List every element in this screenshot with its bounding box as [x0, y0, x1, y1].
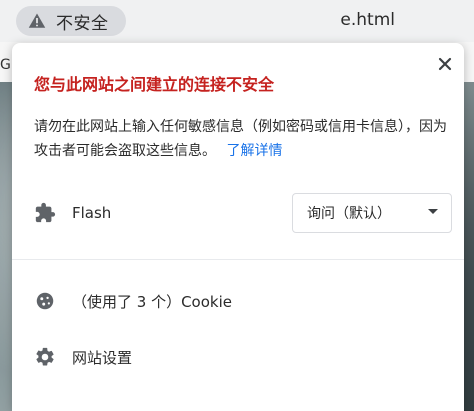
security-status-label: 不安全: [56, 13, 109, 34]
cookies-label: （使用了 3 个）Cookie: [72, 292, 232, 311]
warning-triangle-icon: [28, 12, 46, 30]
site-settings-label: 网站设置: [72, 348, 133, 367]
flash-permission-select[interactable]: 询问（默认）: [292, 193, 452, 233]
close-button[interactable]: [434, 55, 456, 77]
close-icon: [437, 56, 453, 76]
popup-description: 请勿在此网站上输入任何敏感信息（例如密码或信用卡信息），因为攻击者可能会盗取这些…: [34, 115, 454, 163]
flash-label: Flash: [72, 204, 112, 222]
site-settings-row[interactable]: 网站设置: [34, 335, 452, 379]
flash-row-left: Flash: [34, 202, 111, 224]
site-security-chip[interactable]: 不安全: [16, 6, 126, 36]
learn-more-link[interactable]: 了解详情: [226, 143, 282, 159]
url-suffix: e.html: [340, 10, 395, 30]
cookies-row[interactable]: （使用了 3 个）Cookie: [34, 279, 452, 323]
url-obscured-segment: [149, 9, 335, 27]
site-info-popup: 您与此网站之间建立的连接不安全 请勿在此网站上输入任何敏感信息（例如密码或信用卡…: [12, 43, 464, 411]
flash-permission-row: Flash 询问（默认）: [34, 191, 452, 235]
browser-page: 不安全 e.html G 您与此网站之间建立的连接不安全 请勿在此网站上输入任何…: [0, 0, 474, 411]
gear-icon: [34, 346, 56, 368]
caret-down-icon: [427, 205, 439, 221]
flash-select-value: 询问（默认）: [307, 206, 391, 222]
url-text[interactable]: e.html: [149, 9, 395, 30]
puzzle-piece-icon: [34, 202, 56, 224]
background-letter: G: [0, 57, 11, 73]
address-bar: 不安全 e.html: [0, 0, 474, 42]
cookie-icon: [34, 290, 56, 312]
popup-title: 您与此网站之间建立的连接不安全: [34, 75, 275, 94]
popup-divider: [12, 259, 464, 260]
